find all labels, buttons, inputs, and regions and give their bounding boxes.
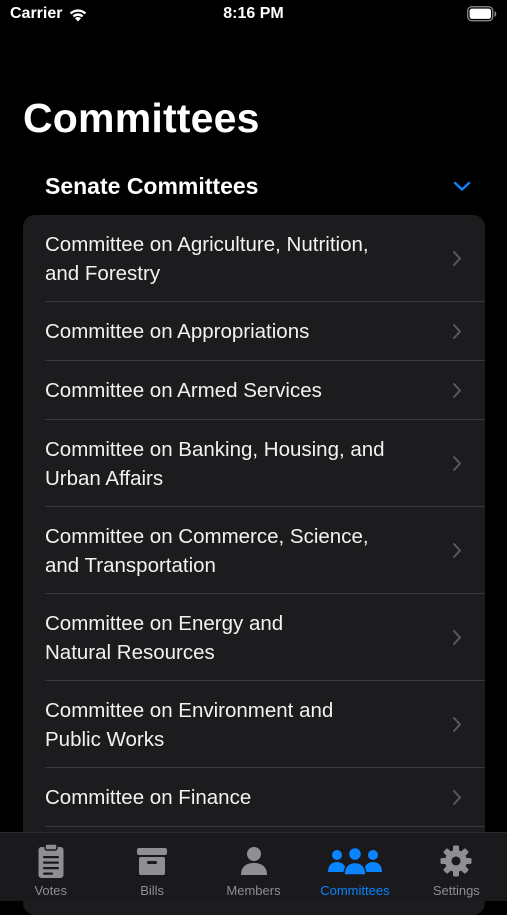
section-title: Senate Committees [45,172,259,199]
committee-list: Committee on Agriculture, Nutrition, and… [23,215,485,915]
committee-label: Committee on Commerce, Science, and Tran… [45,524,369,577]
tab-label: Members [226,883,281,898]
committee-label: Committee on Energy and Natural Resource… [45,611,284,664]
page-title: Committees [23,95,260,141]
chevron-right-icon [452,382,462,399]
list-item[interactable]: Committee on Banking, Housing, and Urban… [23,420,485,507]
battery-icon [467,6,497,22]
list-item[interactable]: Committee on Finance [23,768,485,827]
chevron-right-icon [452,542,462,559]
status-bar: Carrier 8:16 PM [0,0,507,32]
gear-icon [440,843,472,879]
list-item[interactable]: Committee on Commerce, Science, and Tran… [23,507,485,594]
archive-box-icon [136,843,168,879]
list-item[interactable]: Committee on Energy and Natural Resource… [23,594,485,681]
section-header-senate[interactable]: Senate Committees [45,168,471,204]
people-group-icon [326,843,384,879]
tab-settings[interactable]: Settings [406,833,507,901]
person-icon [240,843,268,879]
tab-bar: Votes Bills Members Committees Settings [0,832,507,901]
chevron-down-icon[interactable] [453,180,471,192]
clipboard-icon [37,843,65,879]
committee-label: Committee on Armed Services [45,379,322,402]
tab-label: Settings [432,883,480,898]
chevron-right-icon [452,250,462,267]
committee-label: Committee on Appropriations [45,320,310,343]
tab-committees[interactable]: Committees [304,833,405,901]
tab-label: Votes [34,883,67,898]
tab-label: Bills [140,883,165,898]
chevron-right-icon [452,455,462,472]
status-time: 8:16 PM [223,5,284,22]
list-item[interactable]: Committee on Agriculture, Nutrition, and… [23,215,485,302]
chevron-right-icon [452,629,462,646]
list-item[interactable]: Committee on Appropriations [23,302,485,361]
chevron-right-icon [452,789,462,806]
list-item[interactable]: Committee on Environment and Public Work… [23,681,485,768]
tab-label: Committees [320,883,390,898]
tab-votes[interactable]: Votes [0,833,101,901]
committee-label: Committee on Agriculture, Nutrition, and… [45,232,369,285]
committee-label: Committee on Banking, Housing, and Urban… [45,437,385,490]
tab-members[interactable]: Members [203,833,304,901]
committee-label: Committee on Finance [45,786,252,809]
tab-bills[interactable]: Bills [101,833,202,901]
chevron-right-icon [452,716,462,733]
chevron-right-icon [452,323,462,340]
committee-label: Committee on Environment and Public Work… [45,698,334,751]
list-item[interactable]: Committee on Armed Services [23,361,485,420]
